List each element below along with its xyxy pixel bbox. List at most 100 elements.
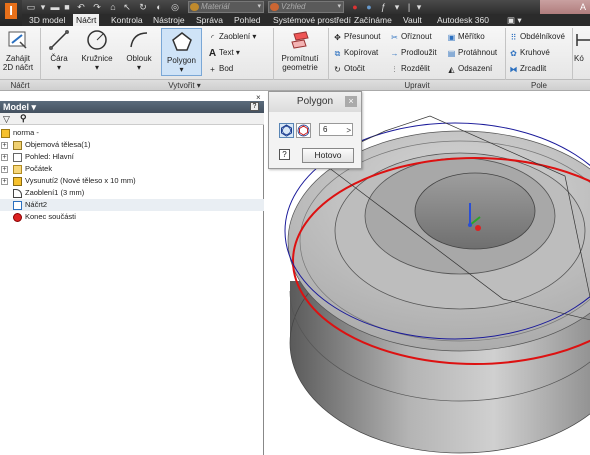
chevron-right-icon[interactable]: > [346, 125, 351, 136]
chevron-down-icon: ▾ [179, 65, 184, 74]
save-icon[interactable]: ■ [62, 2, 72, 12]
expand-icon[interactable]: + [1, 166, 8, 173]
appearance-override-icon[interactable]: ● [350, 2, 360, 12]
text-button[interactable]: A Text ▾ [208, 48, 240, 59]
tree-item[interactable]: Náčrt2 [0, 199, 264, 211]
browser-title[interactable]: Model ▾ [0, 101, 264, 113]
appearance-combo-text: Vzhled [281, 2, 306, 11]
tree-item[interactable]: + Pohled: Hlavní [0, 151, 264, 163]
start-2d-sketch-button[interactable]: Zahájit 2D náčrt [2, 28, 34, 72]
end-of-part-icon [13, 213, 22, 222]
panel-label-create[interactable]: Vytvořit ▾ [41, 80, 328, 91]
material-combo[interactable]: Materiál ▾ [188, 1, 264, 13]
circle-button[interactable]: Kružnice ▾ [80, 28, 114, 72]
parameters-icon[interactable]: ▾ [392, 2, 402, 12]
point-icon: + [210, 65, 215, 74]
filter-icon[interactable]: ▽ [3, 114, 10, 125]
line-label: Čára [50, 54, 68, 63]
stretch-button[interactable]: ▤ Protáhnout [447, 48, 497, 58]
fillet-icon: ◜ [210, 33, 215, 42]
appearance-combo[interactable]: Vzhled ▾ [268, 1, 344, 13]
browser-help-button[interactable]: ? [250, 102, 259, 111]
open-folder-icon[interactable]: ▬ [50, 2, 60, 12]
tab-get-started[interactable]: Začínáme [351, 14, 395, 26]
dialog-help-button[interactable]: ? [279, 149, 290, 160]
tab-sketch[interactable]: Náčrt [73, 14, 100, 26]
point-button[interactable]: + Bod [208, 64, 233, 74]
tab-autodesk-360[interactable]: Autodesk 360 [434, 14, 492, 26]
tab-manage[interactable]: Správa [193, 14, 226, 26]
rotate-button[interactable]: ↻ Otočit [333, 64, 365, 74]
new-file-icon[interactable]: ▭ [26, 2, 36, 12]
copy-button[interactable]: ⧉ Kopírovat [333, 48, 379, 58]
chevron-down-icon: ▾ [94, 63, 99, 72]
polygon-dialog: Polygon × 6 > ? Hotovo [268, 91, 362, 169]
rectangular-pattern-button[interactable]: ⠿ Obdélníkové [509, 32, 565, 42]
view-icon [13, 153, 22, 162]
redo-icon[interactable]: ↷ [92, 2, 102, 12]
number-of-sides-input[interactable]: 6 > [319, 123, 353, 136]
polygon-button[interactable]: Polygon ▾ [161, 28, 202, 76]
expand-icon[interactable]: + [1, 178, 8, 185]
undo-icon[interactable]: ↶ [76, 2, 86, 12]
customize-quick-access-icon[interactable]: ▾ [414, 2, 424, 12]
constrain-button[interactable]: Kó [574, 28, 590, 63]
tree-item[interactable]: Konec součásti [0, 211, 264, 223]
clear-appearance-icon[interactable]: ● [364, 2, 374, 12]
rotate-label: Otočit [344, 64, 365, 73]
close-icon[interactable]: × [345, 96, 357, 107]
rectangular-pattern-icon: ⠿ [510, 33, 517, 42]
panel-label-modify: Upravit [404, 81, 430, 90]
tree-item[interactable]: norma - [0, 127, 264, 139]
offset-button[interactable]: ◭ Odsazení [447, 64, 492, 74]
model-browser: Model ▾ ? ▽ ⚲ norma - + Objemová tělesa(1)… [0, 101, 264, 455]
arc-button[interactable]: Oblouk ▾ [122, 28, 156, 72]
application-menu-button[interactable]: I [0, 0, 22, 26]
material-icon[interactable]: ◎ [170, 2, 180, 12]
inscribed-mode-button[interactable] [279, 123, 294, 138]
ribbon-panel-labels: Náčrt Vytvořit ▾ Upravit Pole [0, 80, 590, 91]
find-icon[interactable]: ⚲ [20, 113, 27, 124]
tab-3d-model[interactable]: 3D model [26, 14, 68, 26]
move-button[interactable]: ✥ Přesunout [333, 32, 380, 42]
expand-icon[interactable]: + [1, 154, 8, 161]
ribbon-tabs: 3D model Náčrt Kontrola Nástroje Správa … [0, 14, 590, 26]
tab-vault[interactable]: Vault [400, 14, 425, 26]
open-icon[interactable]: ▾ [38, 2, 48, 12]
done-button[interactable]: Hotovo [302, 148, 354, 163]
expand-icon[interactable]: + [1, 142, 8, 149]
start-sketch-icon [8, 31, 27, 49]
home-icon[interactable]: ⌂ [108, 2, 118, 12]
tab-view[interactable]: Pohled [231, 14, 263, 26]
tree-item[interactable]: + Vysunutí2 (Nové těleso x 10 mm) [0, 175, 264, 187]
extend-button[interactable]: → Prodloužit [390, 48, 437, 58]
trim-label: Oříznout [401, 32, 432, 41]
browser-toolbar: ▽ ⚲ [0, 113, 264, 125]
color-swatch-icon[interactable]: ◐ [154, 2, 164, 12]
project-geometry-button[interactable]: Promítnutí geometrie [276, 28, 324, 72]
tab-tools[interactable]: Nástroje [150, 14, 188, 26]
tab-environments[interactable]: Systémové prostředí [270, 14, 354, 26]
appearance-swatch-icon [270, 3, 279, 11]
quick-access-separator-icon: | [407, 2, 411, 12]
circular-pattern-button[interactable]: ✿ Kruhové [509, 48, 550, 58]
circumscribed-icon [297, 124, 310, 137]
scale-button[interactable]: ▣ Měřítko [447, 32, 485, 42]
select-icon[interactable]: ↖ [122, 2, 132, 12]
tree-item[interactable]: + Objemová tělesa(1) [0, 139, 264, 151]
solid-bodies-icon [13, 141, 22, 150]
circumscribed-mode-button[interactable] [296, 123, 311, 138]
split-button[interactable]: ⫶ Rozdělit [390, 64, 430, 74]
update-icon[interactable]: ↻ [138, 2, 148, 12]
mirror-button[interactable]: ⧓ Zrcadlit [509, 64, 547, 74]
line-button[interactable]: Čára ▾ [44, 28, 74, 72]
tab-extra[interactable]: ▣ ▾ [504, 14, 525, 26]
formula-icon[interactable]: ƒ [378, 2, 388, 12]
move-label: Přesunout [344, 32, 381, 41]
fillet-button[interactable]: ◜ Zaoblení ▾ [208, 32, 256, 42]
tree-item[interactable]: + Počátek [0, 163, 264, 175]
tree-item[interactable]: Zaoblení1 (3 mm) [0, 187, 264, 199]
circular-pattern-icon: ✿ [510, 49, 517, 58]
trim-button[interactable]: ✂ Oříznout [390, 32, 432, 42]
tab-inspect[interactable]: Kontrola [108, 14, 146, 26]
